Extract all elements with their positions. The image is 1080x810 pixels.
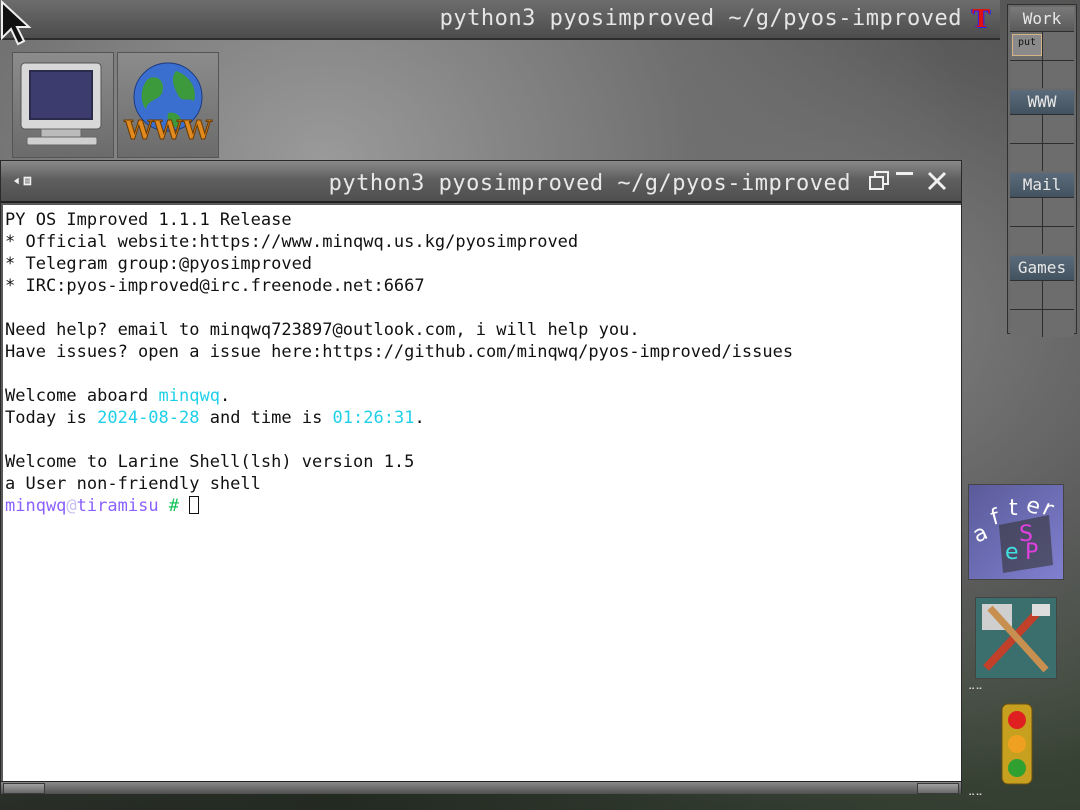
terminal-line: * IRC:pyos-improved@irc.freenode.net:666… xyxy=(5,276,425,296)
svg-text:t: t xyxy=(1009,496,1018,521)
terminal-line: * Official website:https://www.minqwq.us… xyxy=(5,232,579,252)
pager-desk-www[interactable]: WWW xyxy=(1010,90,1074,171)
pager-desk-label: Games xyxy=(1010,256,1074,280)
terminal-window-title: python3 pyosimproved ~/g/pyos-improved xyxy=(328,171,851,196)
svg-text:e: e xyxy=(1005,540,1019,565)
mouse-pointer-icon xyxy=(0,0,32,46)
desktop-pager[interactable]: Work put WWW Mail Games xyxy=(1007,4,1077,337)
www-text: WWW xyxy=(123,116,212,146)
afterstep-dock-icon[interactable]: a f t e r S e P xyxy=(968,484,1064,580)
terminal-line: Have issues? open a issue here:https://g… xyxy=(5,342,794,362)
pager-desk-label: Work xyxy=(1010,7,1074,31)
window-menu-icon[interactable] xyxy=(13,169,37,193)
terminal-app-icon[interactable]: T xyxy=(968,6,994,32)
desktop-icon-monitor[interactable] xyxy=(12,52,114,158)
pager-desk-mail[interactable]: Mail xyxy=(1010,173,1074,254)
background-window-titlebar[interactable]: python3 pyosimproved ~/g/pyos-improved T xyxy=(0,0,1000,40)
resize-handle-left[interactable] xyxy=(3,783,45,794)
pager-window-thumb[interactable]: put xyxy=(1012,34,1042,56)
shell-tagline: a User non-friendly shell xyxy=(5,474,261,494)
shell-version-line: Welcome to Larine Shell(lsh) version 1.5 xyxy=(5,452,415,472)
current-date: 2024-08-28 xyxy=(97,408,200,428)
welcome-username: minqwq xyxy=(158,386,220,406)
pager-grid[interactable] xyxy=(1010,114,1074,171)
date-time-line: Today is 2024-08-28 and time is 01:26:31… xyxy=(5,408,425,428)
svg-text:f: f xyxy=(988,504,1003,530)
dock-separator: ⠤⠤ xyxy=(968,682,983,693)
background-window-title: python3 pyosimproved ~/g/pyos-improved xyxy=(439,6,962,31)
terminal-output-area[interactable]: PY OS Improved 1.1.1 Release * Official … xyxy=(3,205,961,781)
svg-text:P: P xyxy=(1025,540,1038,565)
resize-handle-right[interactable] xyxy=(917,783,959,794)
terminal-titlebar[interactable]: python3 pyosimproved ~/g/pyos-improved xyxy=(1,161,961,203)
welcome-line: Welcome aboard minqwq. xyxy=(5,386,231,406)
pager-desk-label: Mail xyxy=(1010,173,1074,197)
restore-window-icon[interactable] xyxy=(867,169,891,193)
prompt-host: tiramisu xyxy=(76,496,159,516)
minimize-window-icon[interactable] xyxy=(893,169,917,193)
shell-prompt[interactable]: minqwq@tiramisu # xyxy=(5,495,959,517)
svg-text:a: a xyxy=(969,520,992,548)
text-cursor[interactable] xyxy=(189,496,200,514)
terminal-line: Need help? email to minqwq723897@outlook… xyxy=(5,320,640,340)
terminal-line: * Telegram group:@pyosimproved xyxy=(5,254,313,274)
prompt-symbol: # xyxy=(158,496,190,516)
pager-desk-label: WWW xyxy=(1010,90,1074,114)
pager-desk-games[interactable]: Games xyxy=(1010,256,1074,337)
prompt-user: minqwq xyxy=(5,496,67,516)
globe-www-icon: WWW xyxy=(123,62,213,147)
traffic-light-dock-icon[interactable] xyxy=(990,700,1046,788)
dock-separator: ⠤⠤ xyxy=(968,788,983,799)
pager-grid[interactable] xyxy=(1010,280,1074,337)
close-window-icon[interactable] xyxy=(925,169,949,193)
current-time: 01:26:31 xyxy=(332,408,415,428)
prompt-at: @ xyxy=(66,496,77,516)
tools-dock-icon[interactable] xyxy=(975,597,1057,679)
pager-desk-work[interactable]: Work put xyxy=(1010,7,1074,88)
terminal-line: PY OS Improved 1.1.1 Release xyxy=(5,210,292,230)
terminal-bottom-frame[interactable] xyxy=(1,781,961,794)
terminal-window[interactable]: python3 pyosimproved ~/g/pyos-improved P… xyxy=(0,160,962,794)
monitor-icon xyxy=(20,62,102,146)
desktop-icon-www[interactable]: WWW xyxy=(117,52,219,158)
pager-grid[interactable] xyxy=(1010,197,1074,254)
